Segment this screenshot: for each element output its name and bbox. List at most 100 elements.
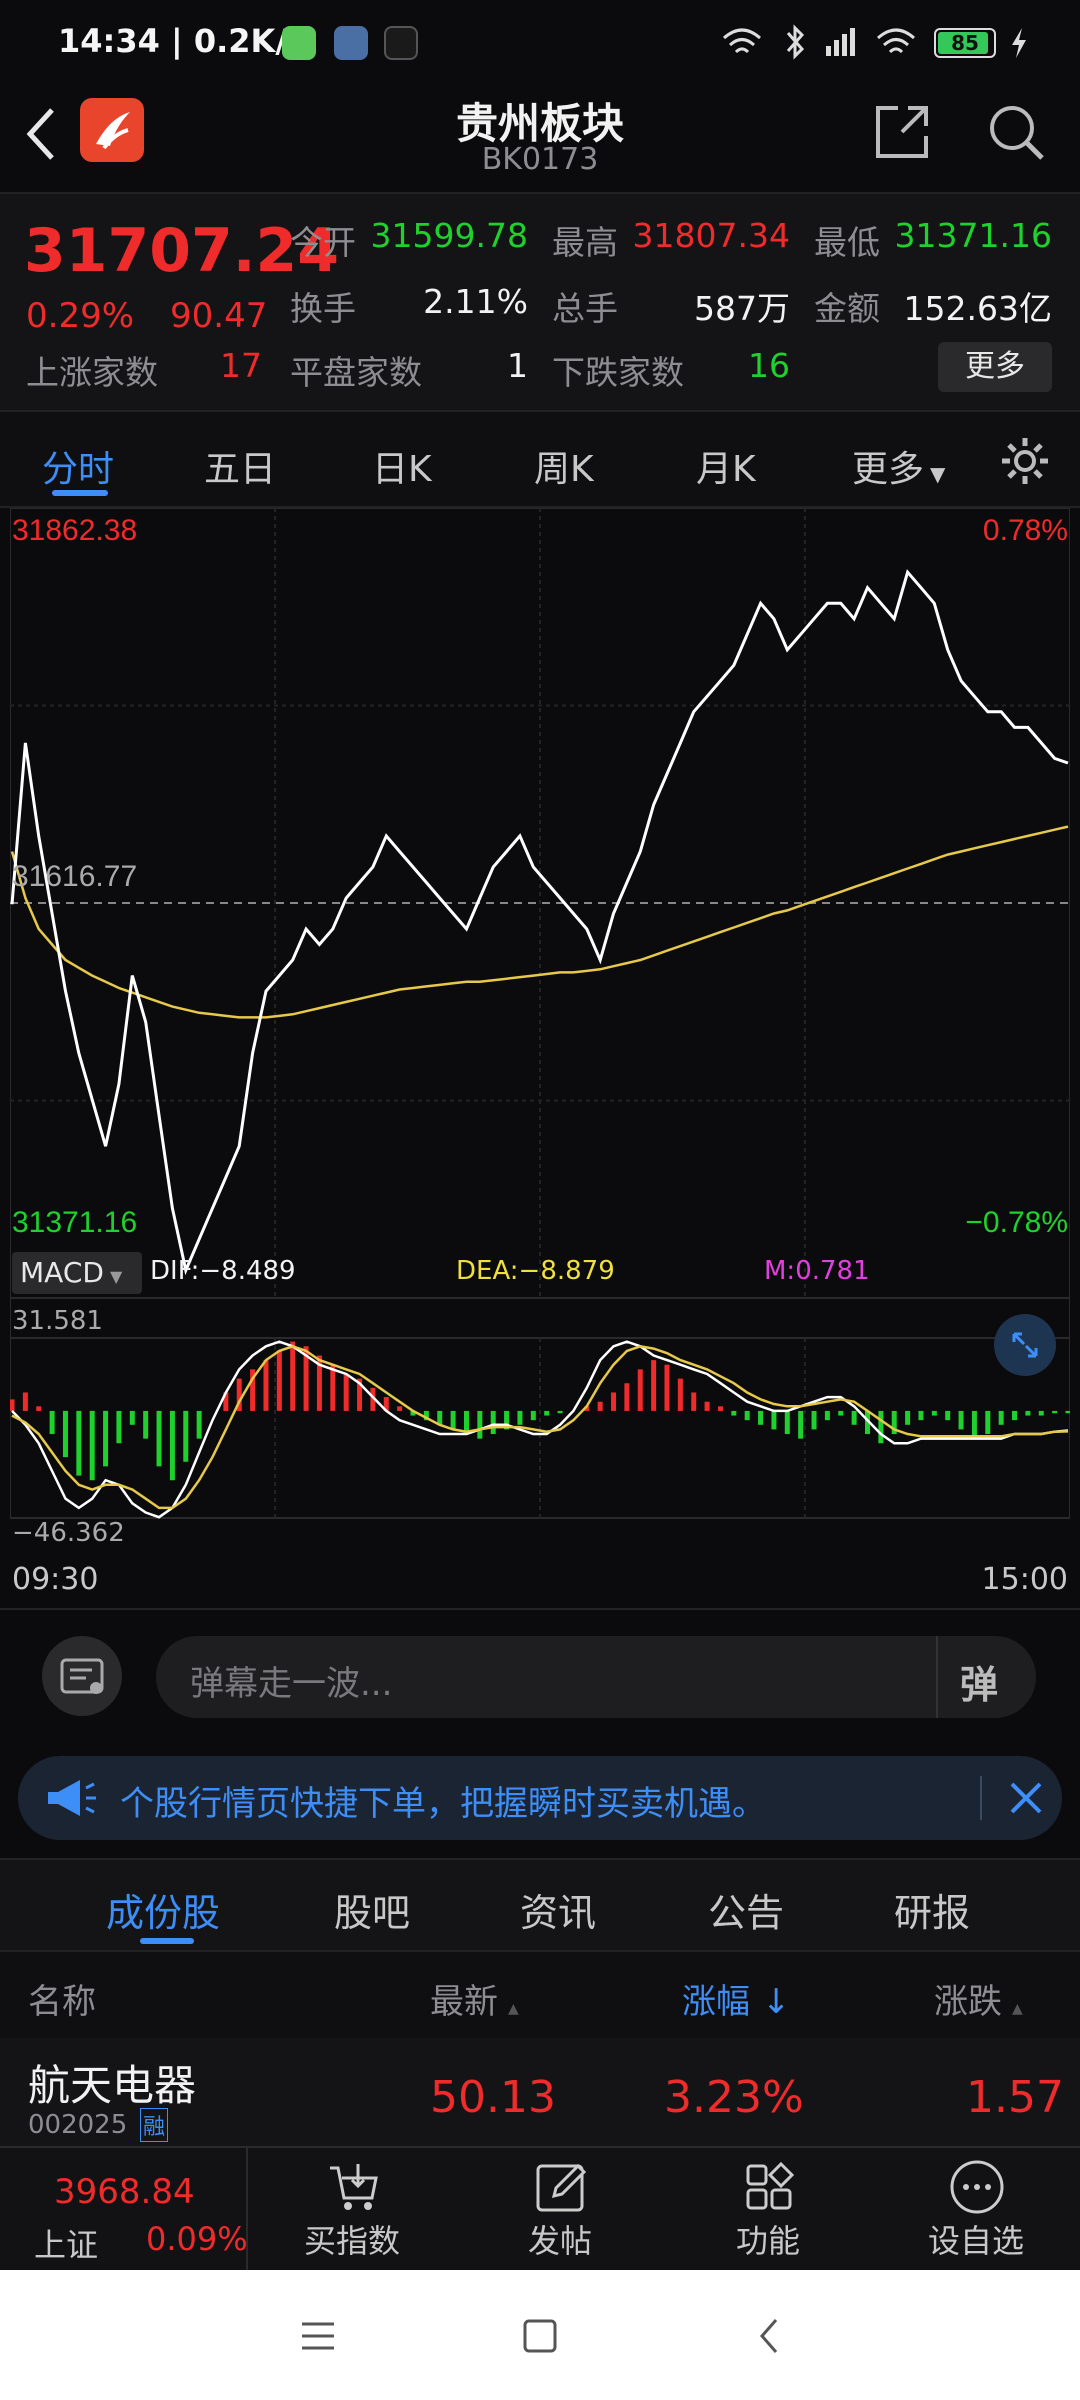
close-icon[interactable] <box>1008 1780 1044 1816</box>
stock-name: 航天电器 <box>28 2061 197 2110</box>
col-pct[interactable]: 涨幅 ↓ <box>682 1974 791 2023</box>
change-percent: 0.29% <box>26 296 135 336</box>
open-value: 31599.78 <box>370 216 528 255</box>
open-label: 今开 <box>290 223 356 262</box>
macd-high-label: 31.581 <box>12 1306 103 1336</box>
tab-constituents[interactable]: 成份股 <box>106 1882 220 1937</box>
danmu-bar: 弹幕走一波... 弹 <box>0 1608 1080 1744</box>
pct-high-label: 0.78% <box>982 514 1068 547</box>
tab-announcements[interactable]: 公告 <box>708 1882 784 1937</box>
post-button[interactable]: 发帖 <box>456 2148 664 2272</box>
col-latest[interactable]: 最新 ▲ <box>430 1974 519 2023</box>
list-header: 名称 最新 ▲ 涨幅 ↓ 涨跌 ▲ <box>0 1950 1080 2038</box>
tab-research[interactable]: 研报 <box>894 1882 970 1937</box>
notice-banner[interactable]: 个股行情页快捷下单，把握瞬时买卖机遇。 <box>18 1756 1062 1840</box>
up-count-value: 17 <box>220 346 262 385</box>
buy-index-button[interactable]: 买指数 <box>248 2148 456 2272</box>
chart-period-tabs: 分时 五日 日K 周K 月K 更多 ▼ <box>0 412 1080 508</box>
m-value: M:0.781 <box>764 1256 870 1286</box>
low-label: 最低 <box>814 223 880 262</box>
back-icon[interactable] <box>754 2316 784 2356</box>
tab-intraday[interactable]: 分时 <box>42 440 114 492</box>
megaphone-icon <box>48 1780 96 1816</box>
low-value: 31371.16 <box>894 216 1052 255</box>
wifi-icon <box>723 28 761 54</box>
share-icon[interactable] <box>872 102 932 162</box>
flat-count-label: 平盘家数 <box>290 353 422 392</box>
danmu-send-button[interactable]: 弹 <box>936 1636 1036 1718</box>
stock-code: 002025 <box>28 2110 128 2140</box>
stock-latest: 50.13 <box>430 2072 556 2123</box>
danmu-toggle-icon[interactable] <box>42 1636 122 1716</box>
down-count-label: 下跌家数 <box>552 353 684 392</box>
stock-chg: 1.57 <box>966 2072 1064 2123</box>
home-icon[interactable] <box>520 2316 560 2356</box>
change-value: 90.47 <box>170 296 268 336</box>
status-time: 14:34 | 0.2K/s <box>58 22 307 60</box>
tiktok-notification-icon <box>384 26 418 60</box>
tab-weekly-k[interactable]: 周K <box>534 440 594 492</box>
table-row[interactable]: 航天电器 002025 融 50.13 3.23% 1.57 <box>0 2038 1080 2146</box>
chart-canvas <box>10 508 1070 1519</box>
up-count-label: 上涨家数 <box>26 353 158 392</box>
pct-low-label: −0.78% <box>965 1206 1068 1239</box>
add-watchlist-button[interactable]: 设自选 <box>872 2148 1080 2272</box>
time-start-label: 09:30 <box>12 1562 99 1597</box>
stock-pct: 3.23% <box>664 2072 804 2123</box>
menu-icon[interactable] <box>298 2318 338 2354</box>
quote-panel: 31707.24 0.29% 90.47 今开 31599.78 最高 3180… <box>0 192 1080 412</box>
sort-desc-icon: ↓ <box>762 1982 791 2022</box>
macd-low-label: −46.362 <box>12 1518 125 1548</box>
indicator-selector[interactable]: MACD ▼ <box>12 1252 142 1294</box>
tab-more[interactable]: 更多 ▼ <box>852 440 945 492</box>
signal-icon <box>826 28 855 56</box>
settings-notification-icon <box>334 26 368 60</box>
amount-label: 金额 <box>814 289 880 328</box>
constituent-tabs: 成份股 股吧 资讯 公告 研报 <box>0 1858 1080 1950</box>
settings-gear-icon[interactable] <box>998 434 1052 488</box>
bottom-toolbar: 3968.84 上证 0.09% 买指数 发帖 功能 设自选 <box>0 2146 1080 2272</box>
tab-five-day[interactable]: 五日 <box>204 440 276 492</box>
down-count-value: 16 <box>748 346 790 385</box>
header: 贵州板块 BK0173 <box>0 90 1080 192</box>
index-value: 3968.84 <box>54 2172 195 2212</box>
flat-count-value: 1 <box>507 346 528 385</box>
intraday-chart[interactable]: 31862.38 0.78% 31616.77 31371.16 −0.78% … <box>10 508 1070 1608</box>
high-value: 31807.34 <box>632 216 790 255</box>
tab-forum[interactable]: 股吧 <box>334 1882 410 1937</box>
time-end-label: 15:00 <box>981 1562 1068 1597</box>
high-label: 最高 <box>552 223 618 262</box>
battery-icon: 85 <box>934 28 996 58</box>
danmu-input[interactable]: 弹幕走一波... 弹 <box>156 1636 1036 1718</box>
index-name: 上证 <box>34 2226 99 2264</box>
edit-icon <box>536 2163 587 2212</box>
more-quote-button[interactable]: 更多 <box>938 342 1052 392</box>
dif-value: DIF:−8.489 <box>150 1256 296 1286</box>
tab-monthly-k[interactable]: 月K <box>696 440 756 492</box>
status-bar: 14:34 | 0.2K/s 85 <box>0 0 1080 90</box>
tab-news[interactable]: 资讯 <box>520 1882 596 1937</box>
notice-text: 个股行情页快捷下单，把握瞬时买卖机遇。 <box>120 1784 766 1824</box>
charging-icon <box>1012 28 1026 58</box>
bluetooth-icon <box>786 24 805 60</box>
base-price-label: 31616.77 <box>12 860 138 893</box>
app-notification-icon <box>282 26 316 60</box>
volume-value: 587万 <box>694 289 790 328</box>
turnover-label: 换手 <box>290 289 356 328</box>
subtab-indicator <box>140 1938 194 1944</box>
grid-icon <box>746 2161 795 2210</box>
wifi-icon-2 <box>877 28 915 54</box>
col-chg[interactable]: 涨跌 ▲ <box>934 1974 1023 2023</box>
amount-value: 152.63亿 <box>903 289 1052 328</box>
volume-label: 总手 <box>552 289 618 328</box>
tab-daily-k[interactable]: 日K <box>372 440 432 492</box>
functions-button[interactable]: 功能 <box>664 2148 872 2272</box>
price-high-label: 31862.38 <box>12 514 138 547</box>
search-icon[interactable] <box>984 100 1048 164</box>
index-pct: 0.09% <box>146 2220 248 2258</box>
cart-icon <box>330 2164 378 2210</box>
expand-icon[interactable] <box>994 1314 1056 1376</box>
index-ticker[interactable]: 3968.84 上证 0.09% <box>0 2148 248 2272</box>
more-circle-icon <box>950 2160 1004 2214</box>
price-low-label: 31371.16 <box>12 1206 138 1239</box>
